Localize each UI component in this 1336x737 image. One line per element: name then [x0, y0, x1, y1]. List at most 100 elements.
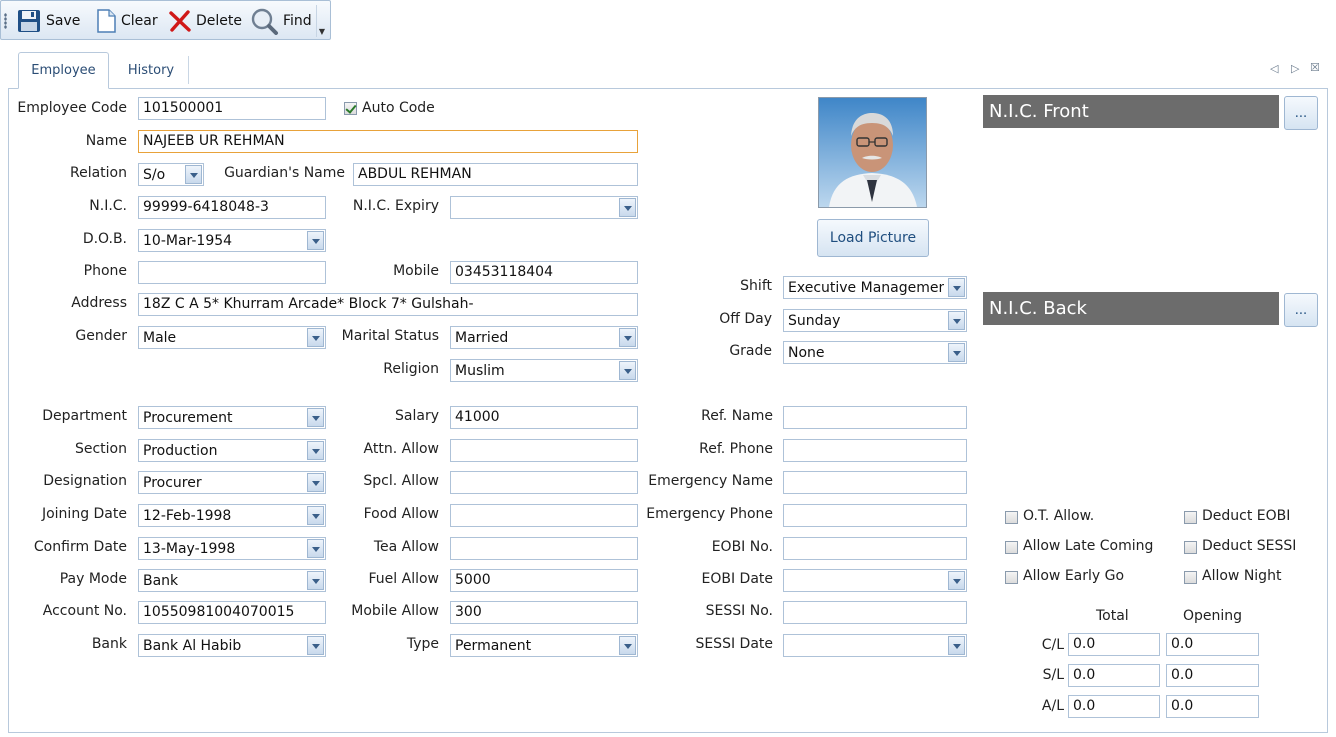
fuel-allow-input[interactable]: 5000: [450, 569, 638, 592]
mobile-allow-input[interactable]: 300: [450, 601, 638, 624]
phone-input[interactable]: [138, 261, 326, 284]
eobi-no-input[interactable]: [783, 537, 967, 560]
grade-select[interactable]: None: [783, 341, 967, 364]
confirm-date-dropdown-icon[interactable]: [307, 539, 324, 558]
nic-expiry-date-picker[interactable]: [450, 196, 638, 219]
emergency-phone-input[interactable]: [783, 504, 967, 527]
bank-dropdown-icon[interactable]: [307, 636, 324, 655]
sessi-date-picker[interactable]: [783, 634, 967, 657]
grade-dropdown-icon[interactable]: [948, 343, 965, 362]
shift-select[interactable]: Executive Management: [783, 276, 967, 299]
attn-allow-input[interactable]: [450, 439, 638, 462]
religion-dropdown-icon[interactable]: [619, 361, 636, 380]
department-value: Procurement: [143, 410, 233, 426]
relation-dropdown-icon[interactable]: [185, 165, 202, 184]
auto-code-checkbox[interactable]: [344, 102, 357, 115]
department-select[interactable]: Procurement: [138, 406, 326, 429]
marital-status-label: Marital Status: [341, 328, 439, 344]
find-button[interactable]: Find: [249, 7, 312, 35]
shift-dropdown-icon[interactable]: [948, 278, 965, 297]
load-picture-button[interactable]: Load Picture: [817, 219, 929, 257]
tea-allow-input[interactable]: [450, 537, 638, 560]
nic-input[interactable]: 99999-6418048-3: [138, 196, 326, 219]
joining-date-dropdown-icon[interactable]: [307, 506, 324, 525]
employee-code-input[interactable]: 101500001: [138, 97, 326, 120]
joining-date-picker[interactable]: 12-Feb-1998: [138, 504, 326, 527]
save-button[interactable]: Save: [16, 7, 80, 35]
sl-total-input[interactable]: 0.0: [1068, 664, 1160, 687]
religion-select[interactable]: Muslim: [450, 359, 638, 382]
gender-dropdown-icon[interactable]: [307, 328, 324, 347]
nic-front-browse-button[interactable]: ...: [1284, 96, 1318, 130]
type-dropdown-icon[interactable]: [619, 636, 636, 655]
sessi-no-input[interactable]: [783, 601, 967, 624]
department-dropdown-icon[interactable]: [307, 408, 324, 427]
al-total-input[interactable]: 0.0: [1068, 695, 1160, 718]
toolbar-grip[interactable]: [4, 13, 7, 29]
nic-expiry-dropdown-icon[interactable]: [619, 198, 636, 217]
off-day-select[interactable]: Sunday: [783, 309, 967, 332]
ref-name-label: Ref. Name: [701, 408, 773, 424]
type-select[interactable]: Permanent: [450, 634, 638, 657]
tab-close-icon[interactable]: ☒: [1310, 61, 1320, 74]
emergency-name-input[interactable]: [783, 471, 967, 494]
salary-input[interactable]: 41000: [450, 406, 638, 429]
food-allow-input[interactable]: [450, 504, 638, 527]
allow-late-coming-checkbox[interactable]: [1005, 541, 1018, 554]
nic-back-image: N.I.C. Back: [983, 292, 1279, 325]
account-no-input[interactable]: 10550981004070015: [138, 601, 326, 624]
new-document-icon: [95, 8, 117, 34]
pay-mode-label: Pay Mode: [59, 571, 127, 587]
allow-night-checkbox[interactable]: [1184, 571, 1197, 584]
ref-phone-input[interactable]: [783, 439, 967, 462]
delete-button[interactable]: Delete: [168, 7, 242, 35]
section-select[interactable]: Production: [138, 439, 326, 462]
designation-dropdown-icon[interactable]: [307, 473, 324, 492]
tab-history[interactable]: History: [114, 52, 188, 88]
eobi-date-picker[interactable]: [783, 569, 967, 592]
off-day-dropdown-icon[interactable]: [948, 311, 965, 330]
joining-date-label: Joining Date: [41, 506, 127, 522]
spcl-allow-input[interactable]: [450, 471, 638, 494]
pay-mode-dropdown-icon[interactable]: [307, 571, 324, 590]
name-input[interactable]: NAJEEB UR REHMAN: [138, 130, 638, 153]
type-label: Type: [406, 636, 439, 652]
cl-opening-input[interactable]: 0.0: [1166, 633, 1259, 656]
designation-value: Procurer: [143, 475, 202, 491]
cl-total-input[interactable]: 0.0: [1068, 633, 1160, 656]
bank-select[interactable]: Bank Al Habib: [138, 634, 326, 657]
confirm-date-picker[interactable]: 13-May-1998: [138, 537, 326, 560]
dob-dropdown-icon[interactable]: [307, 231, 324, 250]
nic-back-browse-button[interactable]: ...: [1284, 293, 1318, 327]
tab-next-icon[interactable]: ▷: [1291, 62, 1299, 75]
toolbar-overflow-button[interactable]: ▼: [316, 5, 327, 37]
ot-allow-checkbox[interactable]: [1005, 511, 1018, 524]
mobile-input[interactable]: 03453118404: [450, 261, 638, 284]
pay-mode-select[interactable]: Bank: [138, 569, 326, 592]
guardians-name-input[interactable]: ABDUL REHMAN: [353, 163, 638, 186]
address-input[interactable]: 18Z C A 5* Khurram Arcade* Block 7* Guls…: [138, 293, 638, 316]
dob-date-picker[interactable]: 10-Mar-1954: [138, 229, 326, 252]
section-dropdown-icon[interactable]: [307, 441, 324, 460]
sessi-date-dropdown-icon[interactable]: [948, 636, 965, 655]
tab-employee[interactable]: Employee: [18, 52, 109, 89]
eobi-date-dropdown-icon[interactable]: [948, 571, 965, 590]
clear-button[interactable]: Clear: [95, 7, 158, 35]
relation-label: Relation: [70, 165, 127, 181]
designation-select[interactable]: Procurer: [138, 471, 326, 494]
al-opening-input[interactable]: 0.0: [1166, 695, 1259, 718]
salary-label: Salary: [395, 408, 439, 424]
ref-name-input[interactable]: [783, 406, 967, 429]
sl-opening-input[interactable]: 0.0: [1166, 664, 1259, 687]
allow-early-go-checkbox[interactable]: [1005, 571, 1018, 584]
deduct-eobi-checkbox[interactable]: [1184, 511, 1197, 524]
account-no-label: Account No.: [42, 603, 127, 619]
marital-status-dropdown-icon[interactable]: [619, 328, 636, 347]
tab-prev-icon[interactable]: ◁: [1270, 62, 1278, 75]
deduct-sessi-checkbox[interactable]: [1184, 541, 1197, 554]
marital-status-select[interactable]: Married: [450, 326, 638, 349]
off-day-value: Sunday: [788, 313, 841, 329]
gender-select[interactable]: Male: [138, 326, 326, 349]
relation-select[interactable]: S/o: [138, 163, 204, 186]
tab-separator: [188, 56, 189, 84]
